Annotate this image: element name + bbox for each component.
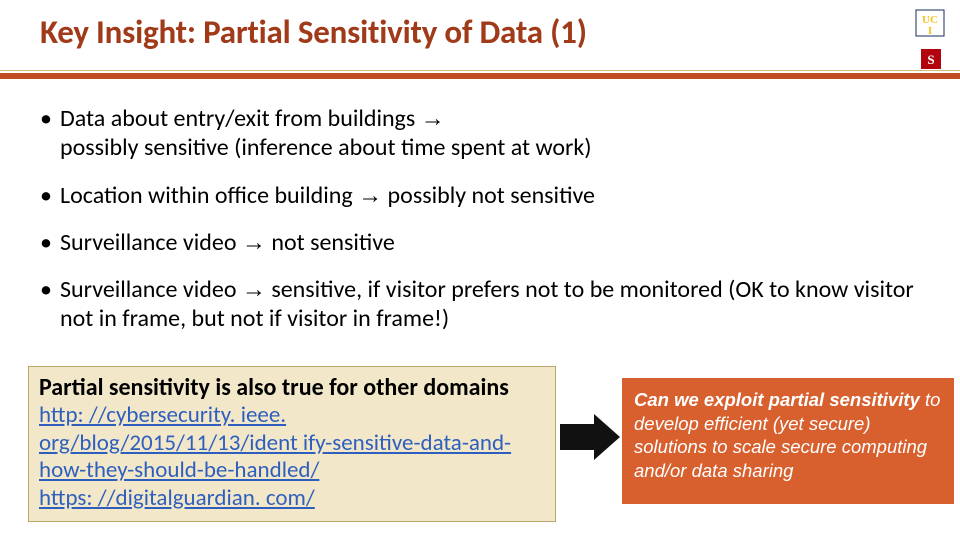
- bullet-list: Data about entry/exit from buildings → p…: [40, 104, 948, 334]
- bullet-text: Surveillance video: [60, 275, 242, 304]
- highlight-box: Can we exploit partial sensitivity to de…: [622, 378, 954, 504]
- slide-title: Key Insight: Partial Sensitivity of Data…: [40, 12, 960, 52]
- bullet-3: Surveillance video → not sensitive: [40, 228, 948, 257]
- block-arrow-icon: [560, 412, 622, 467]
- stanford-logo-icon: S Stanford: [916, 47, 946, 88]
- bullet-text: Data about entry/exit from buildings: [60, 104, 421, 133]
- arrow-icon: →: [358, 182, 382, 209]
- arrow-icon: →: [242, 276, 266, 303]
- bullet-text: Location within office building: [60, 181, 358, 210]
- bullet-1: Data about entry/exit from buildings → p…: [40, 104, 948, 163]
- bullet-text: possibly not sensitive: [382, 181, 595, 210]
- bullet-4: Surveillance video → sensitive, if visit…: [40, 275, 948, 334]
- callout-link-2[interactable]: https: //digitalguardian. com/: [39, 485, 545, 513]
- slide: Key Insight: Partial Sensitivity of Data…: [0, 0, 960, 540]
- bullet-text: possibly sensitive (inference about time…: [60, 133, 592, 162]
- callout-link-1[interactable]: http: //cybersecurity. ieee. org/blog/20…: [39, 402, 545, 485]
- callout-bold: Partial sensitivity is also true for oth…: [39, 373, 509, 402]
- highlight-text: Can we exploit partial sensitivity to de…: [634, 388, 946, 483]
- slide-content: Data about entry/exit from buildings → p…: [40, 104, 948, 352]
- arrow-icon: →: [242, 229, 266, 256]
- callout-headline: Partial sensitivity is also true for oth…: [39, 373, 545, 402]
- bullet-text: not sensitive: [266, 228, 395, 257]
- uci-logo-icon: UC I: [914, 8, 946, 43]
- header-rule: [0, 70, 960, 79]
- svg-text:S: S: [927, 52, 934, 67]
- bullet-text: Surveillance video: [60, 228, 242, 257]
- slide-header: Key Insight: Partial Sensitivity of Data…: [0, 0, 960, 78]
- arrow-icon: →: [421, 105, 445, 132]
- callout-box: Partial sensitivity is also true for oth…: [28, 366, 556, 522]
- svg-text:I: I: [928, 25, 932, 37]
- highlight-bold: Can we exploit partial sensitivity: [634, 389, 920, 410]
- bullet-2: Location within office building → possib…: [40, 181, 948, 210]
